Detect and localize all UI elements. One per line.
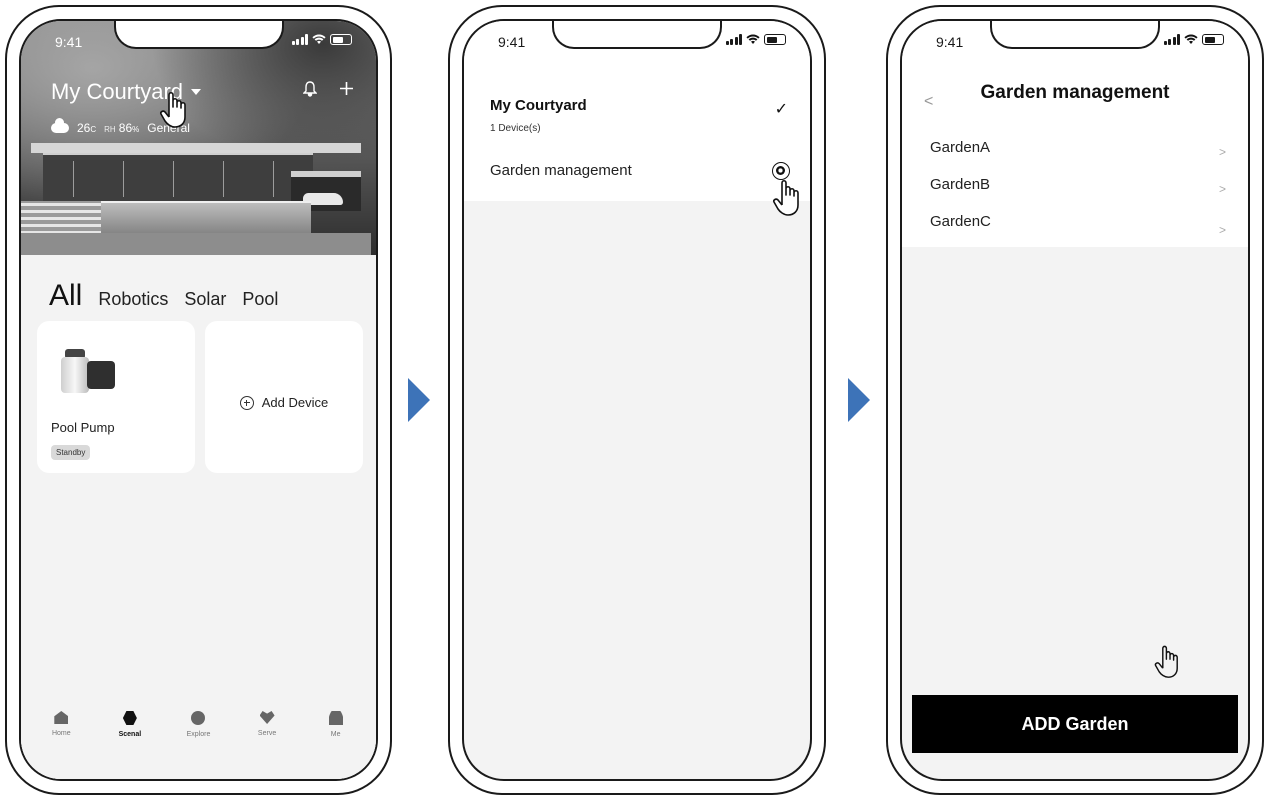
garden-name[interactable]: GardenA — [930, 139, 990, 156]
tab-me-label[interactable]: Me — [331, 731, 341, 738]
tab-me[interactable]: Me — [311, 711, 361, 779]
wifi-icon — [1184, 34, 1198, 44]
rh-value: 86 — [118, 121, 133, 135]
tap-hand-icon — [160, 91, 186, 128]
phone-garden-management: 9:41 < Garden management GardenA > Garde… — [886, 5, 1264, 795]
chevron-right-icon[interactable]: > — [1219, 145, 1226, 159]
phone-courtyard-menu: 9:41 My Courtyard 1 Device(s) ✓ Garden m… — [448, 5, 826, 795]
notch — [990, 21, 1160, 49]
bottom-tab-bar: Home Scenal Explore Serve Me — [21, 699, 376, 779]
tab-scenal-label[interactable]: Scenal — [119, 731, 142, 738]
garden-management-screen: 9:41 < Garden management GardenA > Garde… — [900, 19, 1250, 781]
scene-icon[interactable] — [122, 711, 137, 725]
device-count: 1 Device(s) — [490, 123, 541, 134]
status-time: 9:41 — [498, 34, 526, 50]
person-icon[interactable] — [328, 711, 343, 725]
plus-icon[interactable] — [339, 81, 354, 96]
category-tabs: All Robotics Solar Pool — [49, 279, 278, 313]
tab-explore[interactable]: Explore — [173, 711, 223, 779]
bell-icon[interactable] — [303, 81, 317, 97]
pool-pump-image — [55, 347, 119, 395]
status-badge: Standby — [51, 445, 91, 460]
flow-arrow-2 — [848, 378, 870, 422]
status-time: 9:41 — [55, 34, 83, 50]
rh-unit: % — [132, 125, 140, 134]
add-device-card[interactable]: Add Device — [205, 321, 363, 473]
signal-icon — [725, 34, 742, 45]
courtyard-name[interactable]: My Courtyard — [490, 97, 587, 114]
device-name: Pool Pump — [51, 420, 115, 435]
flow-arrow-1 — [408, 378, 430, 422]
tab-home-label[interactable]: Home — [52, 730, 71, 737]
notch — [552, 21, 722, 49]
temperature-unit: C — [90, 125, 97, 134]
battery-icon — [330, 34, 352, 45]
chevron-right-icon[interactable]: > — [1219, 182, 1226, 196]
add-circle-icon[interactable] — [239, 395, 254, 410]
tab-serve-label[interactable]: Serve — [258, 730, 276, 737]
chevron-right-icon[interactable]: > — [1219, 223, 1226, 237]
garden-row-c[interactable]: GardenC > — [930, 213, 1226, 237]
signal-icon — [1163, 34, 1180, 45]
garden-management-item[interactable]: Garden management — [490, 162, 632, 179]
tap-hand-icon — [773, 179, 799, 216]
tab-robotics[interactable]: Robotics — [98, 289, 168, 310]
tap-hand-outline-icon — [1154, 645, 1178, 678]
tab-explore-label[interactable]: Explore — [187, 731, 211, 738]
check-icon: ✓ — [774, 101, 788, 118]
battery-icon — [1202, 34, 1224, 45]
garden-row-a[interactable]: GardenA > — [930, 139, 1226, 159]
tab-all[interactable]: All — [49, 279, 82, 313]
rh-label: RH — [104, 125, 116, 134]
home-icon[interactable] — [54, 711, 69, 724]
wifi-icon — [746, 34, 760, 44]
tab-serve[interactable]: Serve — [242, 711, 292, 779]
tab-pool[interactable]: Pool — [242, 289, 278, 310]
garden-row-b[interactable]: GardenB > — [930, 176, 1226, 196]
explore-icon[interactable] — [191, 711, 206, 725]
notch — [113, 21, 284, 49]
garden-name[interactable]: GardenC — [930, 213, 991, 230]
cloud-icon — [51, 118, 69, 133]
signal-icon — [291, 34, 308, 45]
device-card-pool-pump[interactable]: Pool Pump Standby — [37, 321, 195, 473]
courtyard-hero-image: 9:41 My Courtyard 26C RH 86% General — [21, 21, 376, 255]
garden-name[interactable]: GardenB — [930, 176, 990, 193]
tab-home[interactable]: Home — [36, 711, 86, 779]
flow-canvas: 9:41 My Courtyard 26C RH 86% General All… — [0, 0, 1269, 798]
home-screen: 9:41 My Courtyard 26C RH 86% General All… — [19, 19, 378, 781]
status-time: 9:41 — [936, 34, 964, 50]
tab-solar[interactable]: Solar — [184, 289, 226, 310]
phone-home: 9:41 My Courtyard 26C RH 86% General All… — [5, 5, 392, 795]
temperature: 26 — [77, 121, 91, 135]
heart-icon[interactable] — [259, 711, 275, 724]
battery-icon — [764, 34, 786, 45]
add-device-label[interactable]: Add Device — [262, 395, 328, 410]
wifi-icon — [312, 34, 326, 44]
tab-scenal[interactable]: Scenal — [105, 711, 155, 779]
page-title: Garden management — [980, 82, 1170, 103]
add-garden-button[interactable]: ADD Garden — [912, 695, 1238, 753]
courtyard-menu-screen: 9:41 My Courtyard 1 Device(s) ✓ Garden m… — [462, 19, 812, 781]
